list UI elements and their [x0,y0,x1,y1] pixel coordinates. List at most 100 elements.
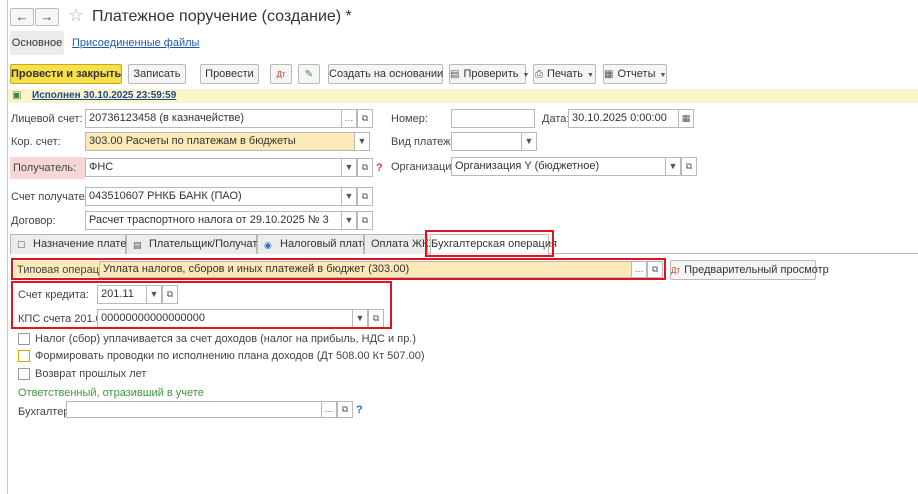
recipient-open-button[interactable]: ⧉ [357,158,373,177]
printer-icon: ⎙ [535,69,543,80]
tab-label: Налоговый платеж [280,238,377,250]
highlight-box-typical-operation [11,258,666,280]
number-field[interactable] [451,109,535,128]
open-icon: ⧉ [361,113,369,123]
print-button[interactable]: ⎙ Печать ▼ [533,64,596,84]
chevron-down-icon: ▼ [587,72,594,79]
past-years-return-checkbox[interactable] [18,368,30,380]
contract-field[interactable]: Расчет траспортного налога от 29.10.2025… [85,211,342,230]
accountant-help-icon[interactable]: ? [356,403,363,417]
number-label: Номер: [391,113,428,125]
contract-dropdown[interactable]: ▼ [341,211,357,230]
payment-kind-dropdown[interactable]: ▼ [521,132,537,151]
highlight-box-tab [425,230,554,257]
pencil-icon: ✎ [304,69,314,80]
ellipsis-icon: … [324,404,334,414]
arrow-left-icon: ← [15,9,29,24]
date-picker-button[interactable]: ▦ [678,109,694,128]
posted-status-icon: ▣ [12,90,22,101]
check-doc-icon: ▤ [450,69,460,80]
chevron-down-icon: ▼ [524,136,534,146]
accountant-field[interactable] [66,401,322,418]
organization-field[interactable]: Организация Y (бюджетное) [451,157,666,176]
open-icon: ⧉ [685,161,693,171]
account-label: Лицевой счет: [11,113,83,125]
section-tab-attached-files[interactable]: Присоединенные файлы [72,31,199,55]
recipient-account-field[interactable]: 043510607 РНКБ БАНК (ПАО) [85,187,342,206]
calendar-icon: ▦ [681,113,691,123]
organization-label: Организация: [391,161,461,173]
account-field[interactable]: 20736123458 (в казначействе) [85,109,342,128]
highlight-box-credit-kps [11,281,392,329]
chevron-down-icon: ▼ [344,162,354,172]
organization-open-button[interactable]: ⧉ [681,157,697,176]
responsible-section-header: Ответственный, отразивший в учете [18,387,204,399]
accountant-open-button[interactable]: ⧉ [337,401,353,418]
ellipsis-icon: … [344,113,354,123]
chevron-down-icon: ▼ [344,215,354,225]
contract-label: Договор: [11,215,56,227]
section-tab-main[interactable]: Основное [10,31,64,55]
page-title: Платежное поручение (создание) * [92,8,352,25]
tab-housing-payment[interactable]: Оплата ЖКХ [364,234,436,254]
window-left-border [7,0,8,494]
open-icon: ⧉ [341,404,349,414]
recipient-account-dropdown[interactable]: ▼ [341,187,357,206]
status-link[interactable]: Исполнен 30.10.2025 23:59:59 [32,90,176,102]
open-icon: ⧉ [361,191,369,201]
chevron-down-icon: ▼ [668,161,678,171]
tab-payer-recipient[interactable]: ▤ Плательщик/Получатель [126,234,275,254]
organization-dropdown[interactable]: ▼ [665,157,681,176]
report-icon: ▦ [604,69,614,80]
favorite-star-icon[interactable]: ☆ [68,5,84,25]
tax-from-income-label: Налог (сбор) уплачивается за счет доходо… [35,333,417,345]
tax-from-income-checkbox[interactable] [18,333,30,345]
recipient-dropdown[interactable]: ▼ [341,158,357,177]
forward-button[interactable]: → [35,8,59,26]
recipient-account-open-button[interactable]: ⧉ [357,187,373,206]
tab-payment-purpose[interactable]: ☐ Назначение платежа [10,234,140,254]
people-icon: ▤ [133,240,142,250]
corr-account-field[interactable]: 303.00 Расчеты по платежам в бюджеты [85,132,355,151]
create-based-label: Создать на основании [329,68,444,80]
post-and-close-button[interactable]: Провести и закрыть [10,64,122,84]
account-select-button[interactable]: … [341,109,357,128]
date-label: Дата: [542,113,570,125]
save-button[interactable]: Записать [128,64,186,84]
accountant-select-button[interactable]: … [321,401,337,418]
tab-label: Назначение платежа [33,238,140,250]
corr-account-label: Кор. счет: [11,136,61,148]
date-field[interactable]: 30.10.2025 0:00:00 [568,109,679,128]
past-years-return-label: Возврат прошлых лет [35,368,147,380]
check-button[interactable]: ▤ Проверить ▼ [449,64,530,84]
income-plan-checkbox[interactable] [18,350,30,362]
edit-movements-button[interactable]: ✎ [298,64,320,84]
print-label: Печать [547,68,584,80]
dt-kt-button[interactable]: Дт [270,64,292,84]
open-icon: ⧉ [361,215,369,225]
recipient-label: Получатель: [13,162,77,174]
recipient-help-icon[interactable]: ? [376,161,383,175]
payment-kind-field[interactable] [451,132,522,151]
create-based-on-button[interactable]: Создать на основании▼ [328,64,454,84]
chevron-down-icon: ▼ [522,72,530,79]
chevron-down-icon: ▼ [659,72,667,79]
open-icon: ⧉ [361,162,369,172]
reports-label: Отчеты [617,68,656,80]
dt-kt-icon: Дт [276,70,286,79]
tab-tax-payment[interactable]: ◉ Налоговый платеж [257,234,376,254]
back-button[interactable]: ← [10,8,34,26]
document-icon: ☐ [17,240,26,250]
recipient-field[interactable]: ФНС [85,158,342,177]
post-button[interactable]: Провести [200,64,259,84]
contract-open-button[interactable]: ⧉ [357,211,373,230]
reports-button[interactable]: ▦ Отчеты ▼ [603,64,667,84]
tax-icon: ◉ [264,240,272,250]
arrow-right-icon: → [40,9,54,24]
preview-label: Предварительный просмотр [684,264,829,276]
corr-account-dropdown[interactable]: ▼ [354,132,370,151]
income-plan-label: Формировать проводки по исполнению плана… [35,350,425,362]
preview-button[interactable]: Дт Предварительный просмотр [670,260,829,280]
account-open-button[interactable]: ⧉ [357,109,373,128]
check-label: Проверить [463,68,519,80]
